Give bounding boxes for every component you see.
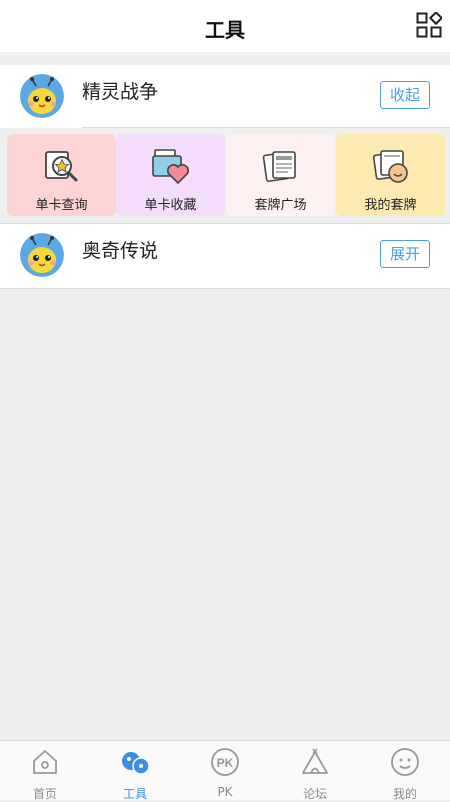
home-icon — [33, 750, 57, 774]
tool-my-deck[interactable]: 我的套牌 — [336, 134, 445, 216]
my-deck-icon — [372, 150, 408, 183]
tools-icon — [122, 752, 150, 775]
grid-icon[interactable] — [416, 12, 442, 38]
profile-icon — [391, 748, 419, 776]
pk-icon: PK — [211, 748, 239, 776]
page-title: 工具 — [205, 18, 245, 42]
tab-label: 工具 — [122, 787, 147, 801]
collapse-button[interactable]: 收起 — [380, 81, 430, 109]
deck-square-icon — [262, 151, 296, 182]
divider — [82, 127, 450, 128]
tool-card-search[interactable]: 单卡查询 — [7, 134, 116, 216]
tab-label: 我的 — [392, 787, 417, 801]
tab-home[interactable]: 首页 — [0, 741, 90, 801]
game-row-1[interactable]: 精灵战争 收起 — [0, 65, 450, 128]
svg-text:PK: PK — [217, 756, 234, 770]
top-header: 工具 — [0, 0, 450, 52]
tool-label: 我的套牌 — [364, 198, 417, 213]
card-search-icon — [45, 151, 78, 182]
tool-label: 单卡查询 — [35, 198, 88, 213]
tab-pk[interactable]: PK PK — [180, 741, 270, 800]
tab-tools[interactable]: 工具 — [90, 741, 180, 801]
tab-profile[interactable]: 我的 — [360, 741, 450, 801]
tab-label: 首页 — [32, 787, 57, 801]
tool-deck-square[interactable]: 套牌广场 — [226, 134, 335, 216]
tools-grid: 单卡查询 单卡收藏 套牌广场 我的套牌 — [7, 134, 445, 216]
tab-forum[interactable]: 论坛 — [270, 741, 360, 801]
tool-label: 套牌广场 — [254, 198, 307, 213]
forum-icon — [302, 748, 328, 774]
game-name: 奥奇传说 — [82, 240, 159, 262]
bee-avatar — [20, 74, 64, 118]
card-favorite-icon — [152, 149, 189, 185]
game-name: 精灵战争 — [82, 81, 159, 103]
expand-button[interactable]: 展开 — [380, 240, 430, 268]
tool-label: 单卡收藏 — [144, 198, 197, 213]
tool-card-favorite[interactable]: 单卡收藏 — [116, 134, 225, 216]
game-row-2[interactable]: 奥奇传说 展开 — [0, 223, 450, 289]
tab-label: PK — [217, 785, 233, 799]
bottom-tab-bar: 首页 工具 PK PK 论坛 我的 — [0, 740, 450, 801]
bee-avatar — [20, 233, 64, 277]
tab-label: 论坛 — [302, 787, 327, 801]
